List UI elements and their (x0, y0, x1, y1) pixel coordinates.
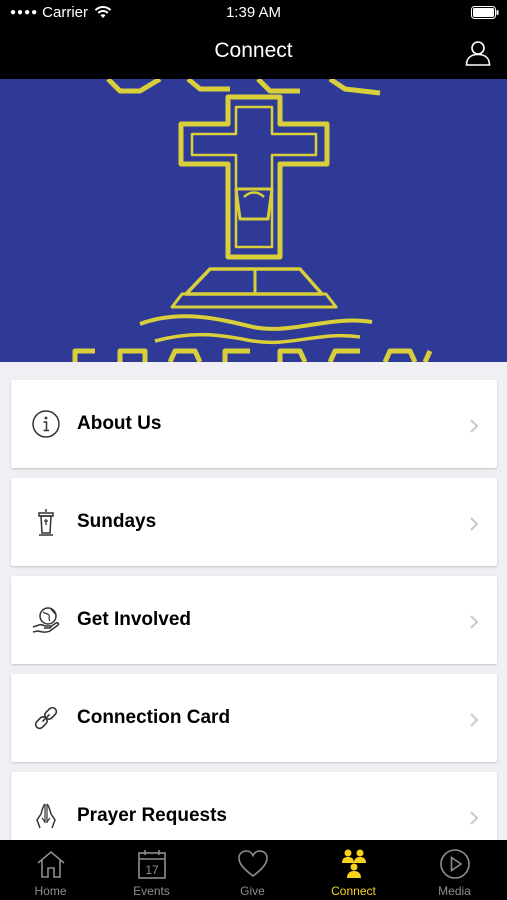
menu-item-label: About Us (77, 413, 162, 434)
home-icon (37, 850, 65, 878)
info-icon (32, 410, 60, 438)
tab-give[interactable]: Give (202, 840, 303, 900)
chevron-right-icon (470, 811, 479, 825)
tab-home[interactable]: Home (0, 840, 101, 900)
people-icon (342, 849, 366, 878)
hero-banner (0, 79, 507, 362)
tab-label: Give (240, 884, 265, 898)
page-title: Connect (214, 39, 293, 62)
status-time: 1:39 AM (225, 4, 282, 21)
calendar-icon: 17 (138, 850, 166, 879)
praying-hands-icon (36, 803, 56, 829)
menu-item-sundays[interactable]: Sundays (11, 478, 497, 566)
church-logo-image (72, 79, 433, 362)
tab-connect[interactable]: Connect (303, 840, 404, 900)
chevron-right-icon (470, 713, 479, 727)
profile-icon[interactable] (465, 40, 491, 66)
globe-hand-icon (32, 607, 60, 633)
tab-media[interactable]: Media (404, 840, 505, 900)
tab-events[interactable]: 17 Events (101, 840, 202, 900)
tab-label: Connect (331, 884, 376, 898)
calendar-date-text: 17 (145, 863, 159, 877)
battery-icon (471, 6, 499, 19)
heart-icon (238, 850, 268, 878)
tab-label: Media (438, 884, 471, 898)
tab-label: Events (133, 884, 170, 898)
tab-label: Home (34, 884, 67, 898)
menu-item-about-us[interactable]: About Us (11, 380, 497, 468)
status-bar: ●●●● Carrier 1:39 AM (0, 0, 507, 26)
chevron-right-icon (470, 517, 479, 531)
menu-item-label: Connection Card (77, 707, 231, 728)
play-icon (440, 849, 470, 879)
chevron-right-icon (470, 419, 479, 433)
menu-item-label: Get Involved (77, 609, 192, 630)
navigation-bar: Connect (0, 26, 507, 79)
pulpit-icon (38, 509, 54, 536)
menu-item-label: Prayer Requests (77, 805, 227, 826)
menu-item-get-involved[interactable]: Get Involved (11, 576, 497, 664)
tab-bar: Home 17 Events Give Connect Media (0, 840, 507, 900)
menu-item-label: Sundays (77, 511, 157, 532)
chevron-right-icon (470, 615, 479, 629)
link-icon (34, 706, 58, 730)
menu-item-connection-card[interactable]: Connection Card (11, 674, 497, 762)
